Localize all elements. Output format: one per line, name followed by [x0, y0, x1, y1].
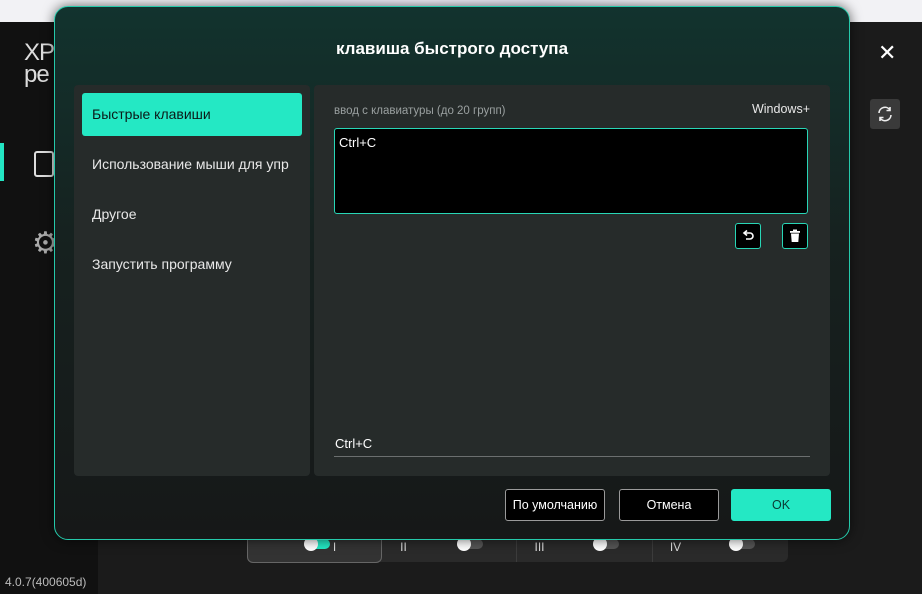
category-list: Быстрые клавиши Использование мыши для у…	[74, 85, 310, 476]
result-underline	[334, 456, 810, 457]
dialog-title: клавиша быстрого доступа	[335, 39, 569, 58]
tablet-icon[interactable]	[34, 151, 54, 177]
nav-item-mouse[interactable]: Использование мыши для упр	[82, 143, 302, 186]
app-close-icon[interactable]: ✕	[878, 40, 896, 66]
shortcut-result: Ctrl+C	[335, 436, 373, 451]
keyboard-input-label: ввод с клавиатуры (до 20 групп)	[334, 105, 506, 117]
cancel-button[interactable]: Отмена	[619, 489, 719, 521]
keyboard-input-field[interactable]: Ctrl+C	[334, 128, 808, 214]
nav-item-shortcuts[interactable]: Быстрые клавиши	[82, 93, 302, 136]
nav-item-launch-program[interactable]: Запустить программу	[82, 243, 302, 286]
toggle-ii[interactable]	[457, 537, 483, 551]
trash-icon	[790, 229, 800, 242]
version-label: 4.0.7(400605d)	[5, 575, 87, 589]
shortcut-editor: ввод с клавиатуры (до 20 групп) Windows+…	[314, 85, 830, 476]
toggle-iv[interactable]	[729, 537, 755, 551]
undo-icon	[742, 229, 754, 240]
tab-label: IV	[669, 540, 682, 554]
refresh-icon	[878, 106, 892, 122]
delete-button[interactable]	[782, 223, 808, 249]
toggle-iii[interactable]	[593, 537, 619, 551]
svg-text:pe: pe	[24, 61, 49, 88]
ok-button[interactable]: OK	[731, 489, 831, 521]
shortcut-dialog: клавиша быстрого доступа Быстрые клавиши…	[54, 6, 850, 540]
sidebar-active-indicator	[0, 143, 4, 181]
platform-label[interactable]: Windows+	[752, 102, 810, 116]
tab-label: III	[534, 540, 545, 554]
keyboard-input-value: Ctrl+C	[339, 135, 377, 150]
tab-label: II	[400, 540, 407, 554]
undo-button[interactable]	[735, 223, 761, 249]
nav-item-other[interactable]: Другое	[82, 193, 302, 236]
default-button[interactable]: По умолчанию	[505, 489, 605, 521]
refresh-button[interactable]	[870, 99, 900, 129]
tab-label: I	[332, 540, 337, 554]
